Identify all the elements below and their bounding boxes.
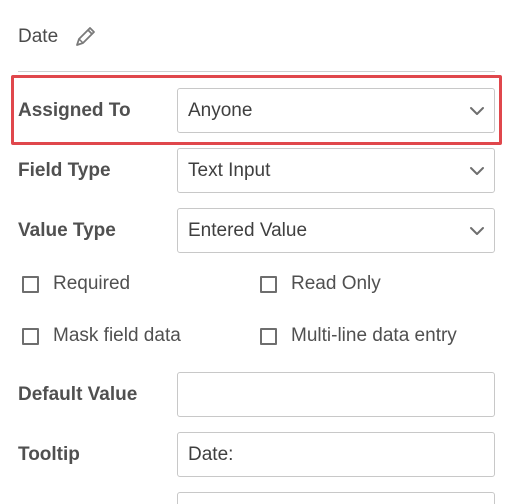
multi-line-label: Multi-line data entry xyxy=(291,325,457,346)
required-checkbox-row[interactable]: Required xyxy=(22,271,130,297)
read-only-checkbox[interactable] xyxy=(260,275,277,293)
default-value-input[interactable] xyxy=(177,372,495,417)
value-type-row: Value Type Entered Value xyxy=(18,208,495,253)
required-label: Required xyxy=(53,273,131,294)
field-type-label: Field Type xyxy=(18,160,111,181)
field-type-value: Text Input xyxy=(188,160,271,181)
tooltip-label: Tooltip xyxy=(18,444,80,465)
next-field-input[interactable] xyxy=(177,492,495,504)
assigned-to-value: Anyone xyxy=(188,100,253,121)
read-only-label: Read Only xyxy=(291,273,381,294)
assigned-to-row: Assigned To Anyone xyxy=(18,88,495,133)
chevron-down-icon xyxy=(470,107,484,115)
field-properties-panel: Date Assigned To Anyone Field Type Text … xyxy=(0,0,507,504)
mask-field-data-checkbox-row[interactable]: Mask field data xyxy=(22,323,181,349)
multi-line-checkbox-row[interactable]: Multi-line data entry xyxy=(260,323,457,349)
value-type-value: Entered Value xyxy=(188,220,308,241)
assigned-to-dropdown[interactable]: Anyone xyxy=(177,88,495,133)
chevron-down-icon xyxy=(470,227,484,235)
tooltip-text: Date: xyxy=(188,444,234,465)
field-type-row: Field Type Text Input xyxy=(18,148,495,193)
default-value-row: Default Value xyxy=(18,372,495,417)
read-only-checkbox-row[interactable]: Read Only xyxy=(260,271,381,297)
default-value-label: Default Value xyxy=(18,384,138,405)
chevron-down-icon xyxy=(470,167,484,175)
multi-line-checkbox[interactable] xyxy=(260,327,277,345)
tooltip-row: Tooltip Date: xyxy=(18,432,495,477)
required-checkbox[interactable] xyxy=(22,275,39,293)
field-type-dropdown[interactable]: Text Input xyxy=(177,148,495,193)
header-divider xyxy=(18,71,495,72)
assigned-to-label: Assigned To xyxy=(18,100,131,121)
value-type-dropdown[interactable]: Entered Value xyxy=(177,208,495,253)
mask-field-data-label: Mask field data xyxy=(53,325,181,346)
panel-header: Date xyxy=(18,24,98,50)
value-type-label: Value Type xyxy=(18,220,116,241)
mask-field-data-checkbox[interactable] xyxy=(22,327,39,345)
pencil-icon[interactable] xyxy=(72,24,98,50)
field-name-title: Date xyxy=(18,26,59,47)
tooltip-input[interactable]: Date: xyxy=(177,432,495,477)
